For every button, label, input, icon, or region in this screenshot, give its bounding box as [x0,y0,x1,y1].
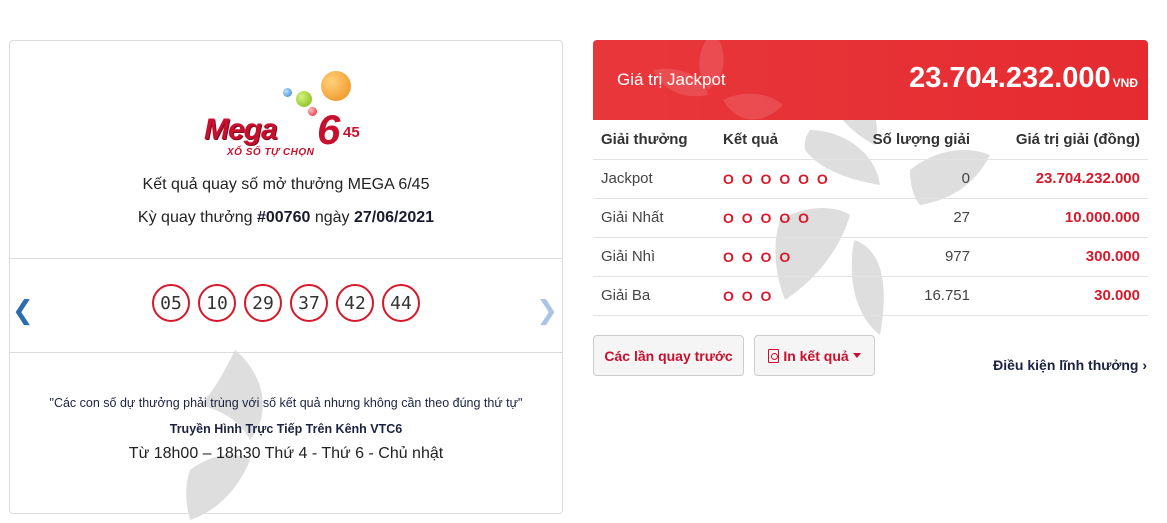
winner-count: 0 [845,159,978,199]
column-header: Kết quả [715,120,845,160]
match-indicator: O O O [715,276,845,316]
column-header: Giải thưởng [593,120,715,160]
winner-count: 27 [845,198,978,238]
currency-unit: VNĐ [1112,76,1138,90]
number-ball: 10 [198,284,236,322]
chevron-right-icon[interactable]: ❯ [536,297,558,323]
broadcast-info: Truyền Hình Trực Tiếp Trên Kênh VTC6 [169,422,403,436]
conditions-label: Điều kiện lĩnh thưởng [993,357,1139,373]
draw-result-card: Mega 6 45 XỔ SỐ TỰ CHỌN Kết quả quay số … [9,40,563,514]
logo-forty-five: 45 [343,124,360,141]
draw-schedule: Từ 18h00 – 18h30 Thứ 4 - Thứ 6 - Chủ nhậ… [128,445,444,462]
chevron-right-icon: › [1142,357,1147,373]
match-indicator: O O O O O O [715,159,845,199]
jackpot-banner: Giá trị Jackpot 23.704.232.000 VNĐ [593,40,1148,120]
table-row: Giải Nhất O O O O O 27 10.000.000 [593,198,1148,238]
number-ball: 42 [336,284,374,322]
number-ball: 37 [290,284,328,322]
logo-tagline: XỔ SỐ TỰ CHỌN [227,147,315,158]
table-row: Giải Ba O O O 16.751 30.000 [593,276,1148,316]
logo-six: 6 [317,106,341,153]
column-header: Số lượng giải [845,120,978,160]
prize-conditions-link[interactable]: Điều kiện lĩnh thưởng › [993,357,1147,373]
jackpot-amount: 23.704.232.000 VNĐ [909,62,1138,95]
number-ball: 29 [244,284,282,322]
winning-numbers: 05 10 29 37 42 44 [152,284,420,322]
print-results-label: In kết quả [783,347,849,364]
divider [10,258,562,259]
logo-ball-blue [283,88,292,97]
logo-wordmark: Mega [204,113,278,146]
previous-draws-button[interactable]: Các lần quay trước [593,335,744,376]
match-indicator: O O O O [715,237,845,277]
prize-name: Jackpot [593,159,715,199]
draw-number: #00760 [256,209,311,226]
logo-ball-green [296,91,312,107]
number-ball: 44 [382,284,420,322]
prize-value: 300.000 [978,237,1148,277]
prize-name: Giải Nhất [593,198,715,238]
results-headline: Kết quả quay số mở thưởng MEGA 6/45 [142,176,430,193]
chevron-left-icon[interactable]: ❮ [12,297,34,323]
winner-count: 977 [845,237,978,277]
logo-ball-orange [321,71,351,101]
prize-name: Giải Ba [593,276,715,316]
prize-value: 23.704.232.000 [978,159,1148,199]
print-results-button[interactable]: In kết quả [754,335,875,376]
logo-ball-red [308,107,317,116]
draw-info: Kỳ quay thưởng #00760 ngày 27/06/2021 [10,209,562,227]
jackpot-label: Giá trị Jackpot [617,70,726,89]
number-ball: 05 [152,284,190,322]
prize-table: Giải thưởng Kết quả Số lượng giải Giá tr… [593,120,1148,316]
jackpot-value: 23.704.232.000 [909,62,1111,94]
draw-date: 27/06/2021 [353,209,435,226]
column-header: Giá trị giải (đồng) [978,120,1148,160]
mega-645-logo: Mega 6 45 XỔ SỐ TỰ CHỌN [200,69,380,159]
table-row: Giải Nhì O O O O 977 300.000 [593,237,1148,277]
draw-label: Kỳ quay thưởng [137,209,253,226]
table-header-row: Giải thưởng Kết quả Số lượng giải Giá tr… [593,120,1148,160]
date-label: ngày [314,209,350,226]
table-row: Jackpot O O O O O O 0 23.704.232.000 [593,159,1148,199]
rules-note: "Các con số dự thưởng phải trùng với số … [49,396,523,410]
divider [10,352,562,353]
caret-down-icon [852,353,861,358]
match-indicator: O O O O O [715,198,845,238]
prize-value: 10.000.000 [978,198,1148,238]
prize-name: Giải Nhì [593,237,715,277]
pdf-icon [768,348,780,363]
winner-count: 16.751 [845,276,978,316]
prize-value: 30.000 [978,276,1148,316]
